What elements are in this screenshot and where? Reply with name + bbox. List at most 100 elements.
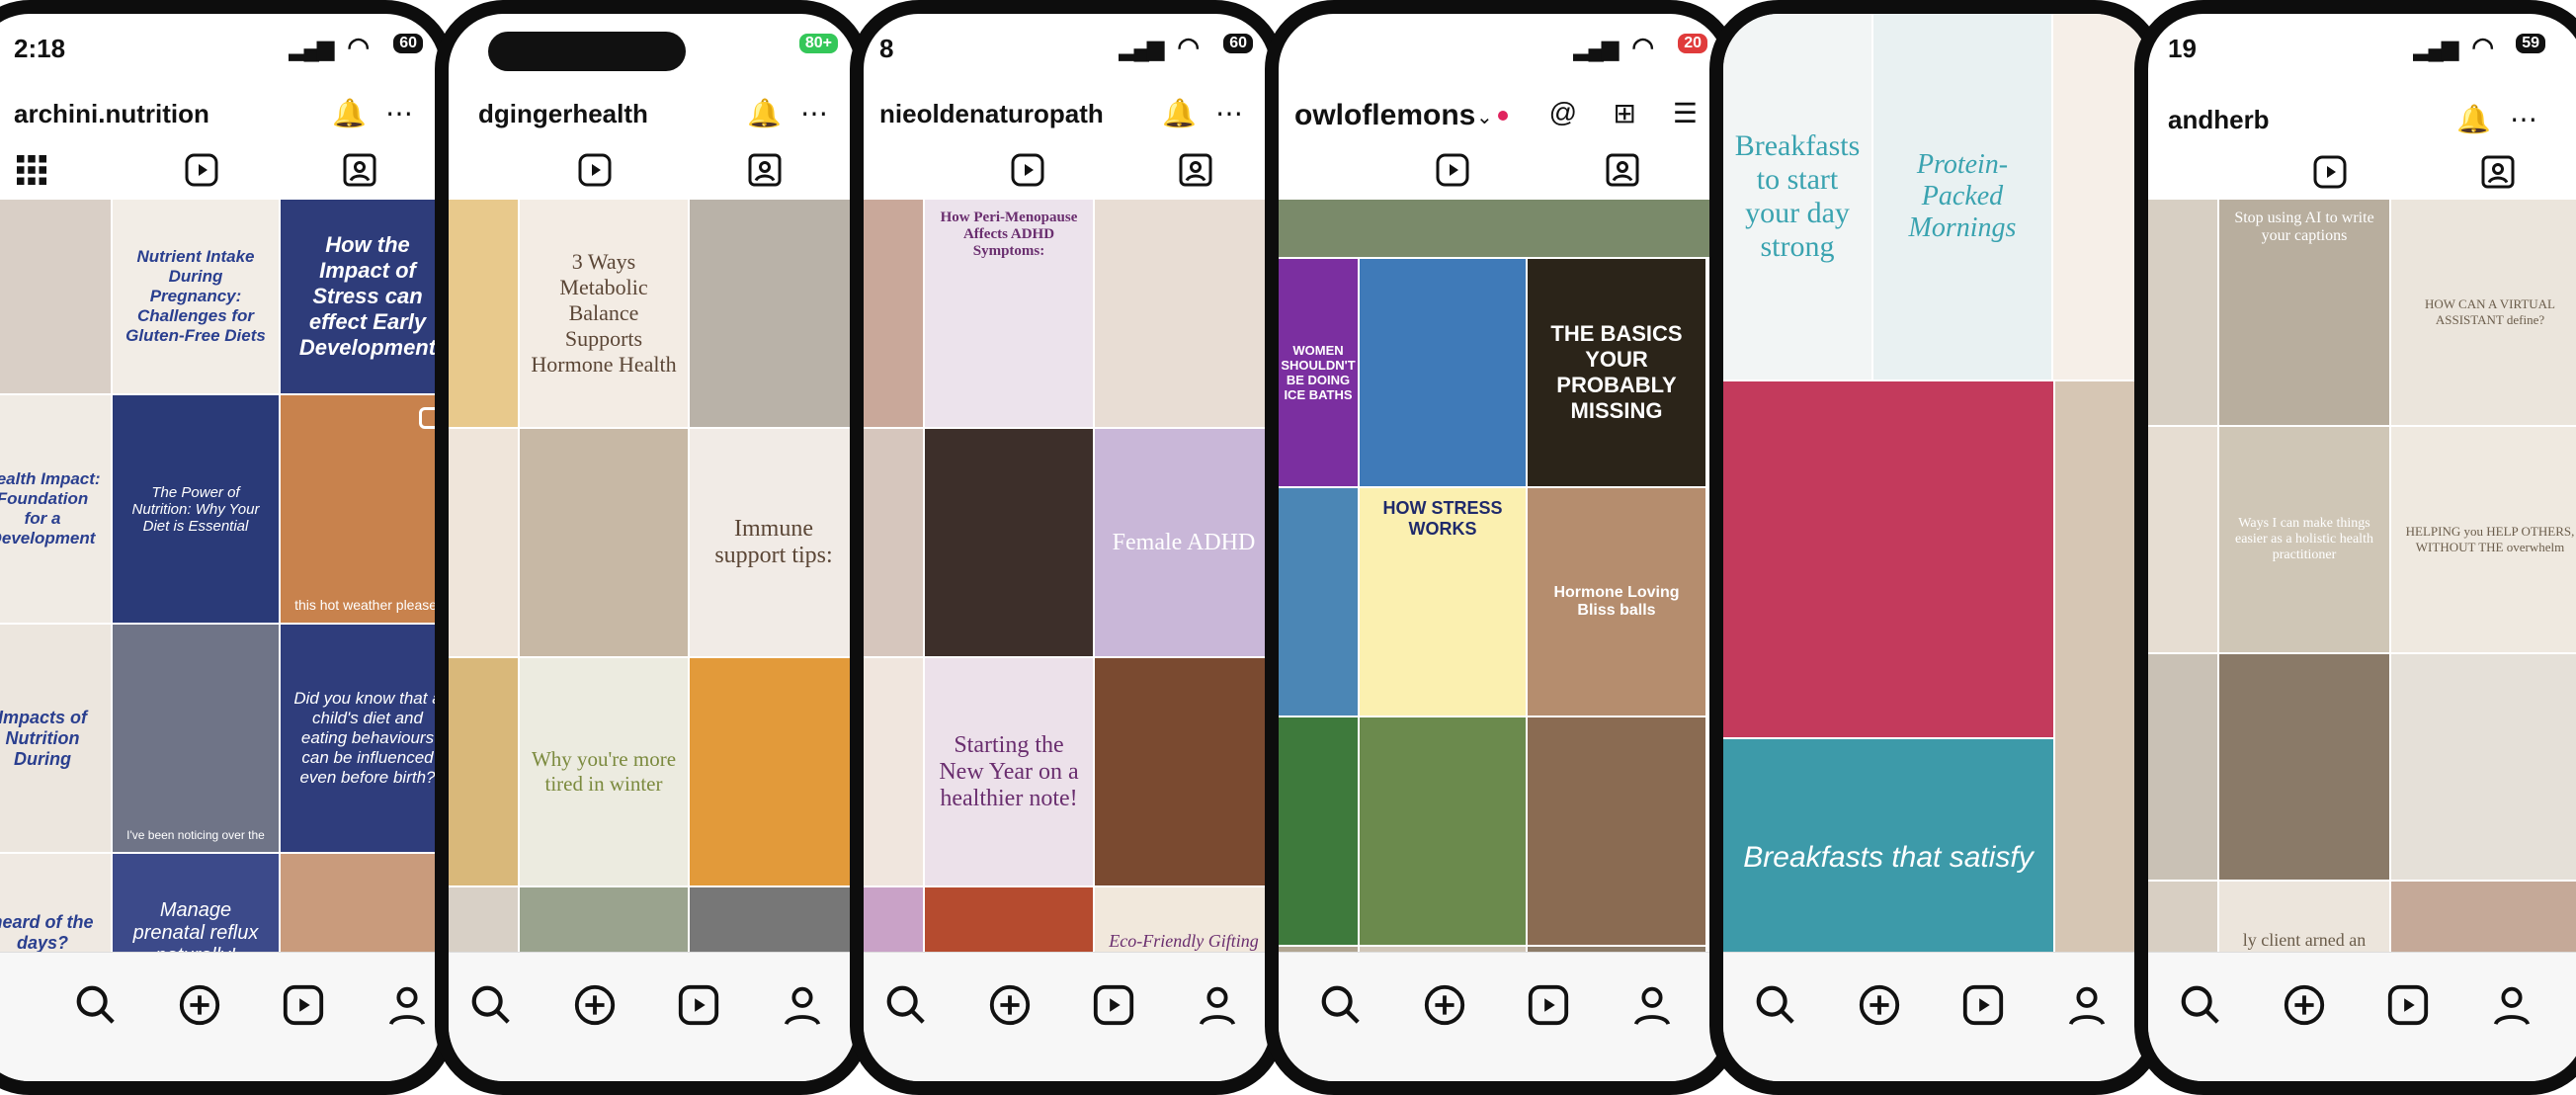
bell-icon[interactable]: 🔔: [2456, 103, 2491, 135]
more-options-icon[interactable]: ⋯: [800, 97, 828, 129]
search-icon[interactable]: [73, 982, 119, 1028]
grid-tile[interactable]: [2148, 654, 2217, 880]
grid-tile[interactable]: Breakfasts to start your day strong: [1723, 14, 1871, 379]
profile-icon[interactable]: [2064, 982, 2110, 1028]
reels-icon[interactable]: [676, 982, 721, 1028]
profile-icon[interactable]: [1195, 982, 1240, 1028]
bell-icon[interactable]: 🔔: [1162, 97, 1197, 129]
grid-tile[interactable]: [2391, 882, 2576, 953]
grid-tile[interactable]: [520, 887, 688, 953]
grid-tile[interactable]: [864, 429, 923, 656]
profile-username[interactable]: owloflemons: [1294, 99, 1475, 132]
grid-tile[interactable]: [690, 658, 856, 885]
reels-tab-icon[interactable]: [2312, 154, 2348, 190]
search-icon[interactable]: [468, 982, 514, 1028]
reels-tab-icon[interactable]: [577, 152, 613, 188]
grid-tile[interactable]: [2219, 654, 2389, 880]
grid-tile[interactable]: WOMEN SHOULDN'T BE DOING ICE BATHS: [1279, 259, 1358, 486]
grid-tile[interactable]: Why you're more tired in winter: [520, 658, 688, 885]
grid-tile[interactable]: Hormone Loving Bliss balls: [1528, 488, 1705, 716]
create-icon[interactable]: [572, 982, 618, 1028]
grid-tile[interactable]: [864, 200, 923, 427]
search-icon[interactable]: [1318, 982, 1364, 1028]
grid-tile[interactable]: [1095, 200, 1271, 427]
grid-tile[interactable]: How Peri-Menopause Affects ADHD Symptoms…: [925, 200, 1093, 427]
profile-icon[interactable]: [384, 982, 430, 1028]
grid-tile[interactable]: this hot weather please.: [281, 395, 441, 623]
grid-tile[interactable]: [2148, 200, 2217, 425]
grid-tile[interactable]: [690, 200, 856, 427]
tagged-tab-icon[interactable]: [342, 152, 377, 188]
reels-icon[interactable]: [1960, 982, 2006, 1028]
grid-tile[interactable]: Manage prenatal reflux naturally!: [113, 854, 279, 953]
grid-tile[interactable]: Stop using AI to write your captions: [2219, 200, 2389, 425]
more-options-icon[interactable]: ⋯: [1215, 97, 1243, 129]
bell-icon[interactable]: 🔔: [747, 97, 782, 129]
create-icon[interactable]: [1422, 982, 1467, 1028]
grid-tile[interactable]: Nutrient Intake During Pregnancy: Challe…: [113, 200, 279, 393]
chevron-down-icon[interactable]: ⌄: [1476, 105, 1493, 129]
grid-tile[interactable]: [449, 200, 518, 427]
grid-tile[interactable]: [449, 887, 518, 953]
grid-tile[interactable]: Breakfasts that satisfy: [1723, 739, 2053, 953]
grid-tile[interactable]: Ways I can make things easier as a holis…: [2219, 427, 2389, 652]
search-icon[interactable]: [1753, 982, 1798, 1028]
grid-tile[interactable]: [2148, 882, 2217, 953]
grid-tile[interactable]: [690, 887, 856, 953]
grid-tile[interactable]: [925, 887, 1093, 953]
grid-tile[interactable]: [449, 658, 518, 885]
grid-tile[interactable]: [2148, 427, 2217, 652]
grid-tile[interactable]: [864, 887, 923, 953]
grid-tile[interactable]: HOW CAN A VIRTUAL ASSISTANT define?: [2391, 200, 2576, 425]
profile-icon[interactable]: [1629, 982, 1675, 1028]
grid-tile[interactable]: heard of the days?: [0, 854, 111, 953]
grid-tile[interactable]: [1360, 717, 1526, 945]
grid-tile[interactable]: [925, 429, 1093, 656]
grid-tile[interactable]: [1279, 717, 1358, 945]
grid-tile[interactable]: The Power of Nutrition: Why Your Diet is…: [113, 395, 279, 623]
reels-icon[interactable]: [281, 982, 326, 1028]
reels-tab-icon[interactable]: [184, 152, 219, 188]
grid-tile[interactable]: [1528, 717, 1705, 945]
grid-tile[interactable]: Starting the New Year on a healthier not…: [925, 658, 1093, 885]
grid-tile[interactable]: [520, 429, 688, 656]
profile-icon[interactable]: [2489, 982, 2534, 1028]
threads-icon[interactable]: @: [1549, 97, 1577, 128]
create-icon[interactable]: [2282, 982, 2327, 1028]
profile-username[interactable]: archini.nutrition: [14, 99, 209, 129]
grid-tile[interactable]: HOW STRESS WORKS: [1360, 488, 1526, 716]
search-icon[interactable]: [2178, 982, 2223, 1028]
create-icon[interactable]: [1857, 982, 1902, 1028]
more-options-icon[interactable]: ⋯: [385, 97, 413, 129]
create-icon[interactable]: [987, 982, 1033, 1028]
grid-tile[interactable]: HELPING you HELP OTHERS, WITHOUT THE ove…: [2391, 427, 2576, 652]
grid-tile[interactable]: Eco-Friendly Gifting Guide: [1095, 887, 1271, 953]
grid-tile[interactable]: [1723, 381, 2053, 737]
reels-icon[interactable]: [1091, 982, 1136, 1028]
search-icon[interactable]: [883, 982, 929, 1028]
grid-tile[interactable]: [0, 200, 111, 393]
tagged-tab-icon[interactable]: [1605, 152, 1640, 188]
tagged-tab-icon[interactable]: [2480, 154, 2516, 190]
tagged-tab-icon[interactable]: [1178, 152, 1213, 188]
grid-tile[interactable]: Health Impact: Foundation for a Developm…: [0, 395, 111, 623]
grid-tile[interactable]: [1360, 259, 1526, 486]
grid-tile[interactable]: ly client arned an extra: [2219, 882, 2389, 953]
create-post-icon[interactable]: ⊞: [1614, 97, 1636, 129]
grid-tile[interactable]: [864, 658, 923, 885]
profile-icon[interactable]: [780, 982, 825, 1028]
grid-tile[interactable]: Immune support tips:: [690, 429, 856, 656]
grid-tile[interactable]: [449, 429, 518, 656]
create-icon[interactable]: [177, 982, 222, 1028]
grid-tile[interactable]: THE BASICS YOUR PROBABLY MISSING: [1528, 259, 1705, 486]
grid-tile[interactable]: [1279, 488, 1358, 716]
grid-tile[interactable]: 3 Ways Metabolic Balance Supports Hormon…: [520, 200, 688, 427]
reels-icon[interactable]: [2385, 982, 2431, 1028]
grid-tab-icon[interactable]: [14, 152, 49, 188]
grid-tile[interactable]: Protein-Packed Mornings: [1873, 14, 2051, 379]
tagged-tab-icon[interactable]: [747, 152, 783, 188]
reels-tab-icon[interactable]: [1435, 152, 1470, 188]
grid-tile[interactable]: Female ADHD: [1095, 429, 1271, 656]
grid-tile[interactable]: [2391, 654, 2576, 880]
grid-tile[interactable]: [1095, 658, 1271, 885]
